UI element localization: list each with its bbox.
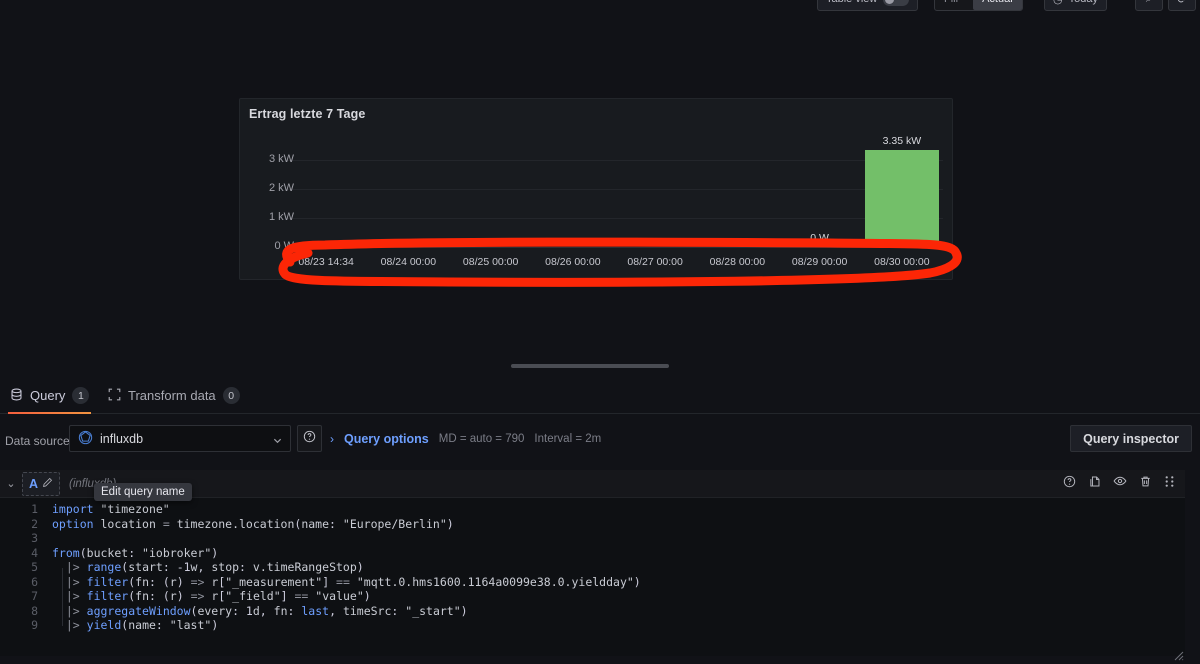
y-axis-tick-label: 3 kW (269, 153, 294, 165)
bar-value-label: 3.35 kW (883, 135, 922, 147)
query-options-label: Query options (344, 432, 429, 446)
editor-line: |> filter(fn: (r) => r["_field"] == "val… (52, 589, 641, 604)
help-circle-icon[interactable] (1063, 475, 1076, 493)
splitter-handle[interactable] (511, 364, 669, 368)
editor-line-number: 3 (0, 531, 44, 546)
query-row-actions (1063, 474, 1175, 493)
grid-line (285, 189, 943, 190)
tab-transform-label: Transform data (128, 388, 216, 403)
editor-line: |> filter(fn: (r) => r["_measurement"] =… (52, 575, 641, 590)
flux-code-editor[interactable]: 123456789 import "timezone"option locati… (0, 498, 1185, 656)
pane-splitter[interactable] (0, 362, 1200, 370)
x-axis-tick-label: 08/29 00:00 (792, 256, 847, 268)
time-range-picker[interactable]: ◷ Today (1044, 0, 1107, 11)
drag-handle-icon[interactable] (1164, 475, 1175, 493)
tab-transform-data[interactable]: Transform data 0 (106, 378, 242, 413)
tab-query-count: 1 (72, 387, 89, 404)
query-inspector-button[interactable]: Query inspector (1070, 425, 1192, 452)
y-axis-tick-label: 1 kW (269, 211, 294, 223)
help-circle-icon (303, 430, 316, 448)
editor-line: option location = timezone.location(name… (52, 517, 641, 532)
editor-line-number: 1 (0, 502, 44, 517)
editor-line: import "timezone" (52, 502, 641, 517)
query-options[interactable]: › Query options MD = auto = 790 Interval… (330, 425, 601, 452)
influxdb-icon (78, 430, 93, 448)
x-axis-tick-label: 08/27 00:00 (627, 256, 682, 268)
database-icon (10, 388, 23, 404)
query-name-editor[interactable]: A (22, 472, 60, 496)
x-axis-tick-label: 08/25 00:00 (463, 256, 518, 268)
search-minus-icon: ⌕ (1146, 0, 1152, 6)
transform-icon (108, 388, 121, 404)
refresh-icon: ⟳ (1177, 0, 1186, 6)
query-options-md: MD = auto = 790 (439, 433, 525, 445)
editor-code[interactable]: import "timezone"option location = timez… (52, 502, 641, 633)
pencil-icon[interactable] (42, 475, 53, 493)
edit-query-name-tooltip: Edit query name (94, 483, 192, 501)
trash-icon[interactable] (1139, 475, 1152, 493)
table-view-toggle[interactable]: Table view (817, 0, 918, 11)
editor-line-number: 2 (0, 517, 44, 532)
refresh-button[interactable]: ⟳ (1168, 0, 1196, 11)
panel-title: Ertrag letzte 7 Tage (249, 107, 365, 121)
data-source-picker[interactable]: influxdb (69, 425, 291, 452)
editor-line: from(bucket: "iobroker") (52, 546, 641, 561)
tab-query-label: Query (30, 388, 65, 403)
bar-value-label: 0 W (810, 232, 829, 244)
x-axis-tick-label: 08/26 00:00 (545, 256, 600, 268)
editor-line-number: 6 (0, 575, 44, 590)
tab-bar: Query 1 Transform data 0 (0, 378, 1200, 414)
clock-icon: ◷ (1053, 0, 1063, 6)
grid-line (285, 218, 943, 219)
tab-transform-count: 0 (223, 387, 240, 404)
editor-line (52, 531, 641, 546)
y-axis-tick-label: 2 kW (269, 182, 294, 194)
zoom-out-button[interactable]: ⌕ (1135, 0, 1163, 11)
duplicate-icon[interactable] (1088, 475, 1101, 493)
eye-icon[interactable] (1113, 474, 1127, 493)
tab-query[interactable]: Query 1 (8, 378, 91, 413)
time-range-label: Today (1069, 0, 1098, 5)
editor-line-number: 9 (0, 618, 44, 633)
editor-line: |> aggregateWindow(every: 1d, fn: last, … (52, 604, 641, 619)
table-view-label: Table view (826, 0, 877, 5)
editor-line-number: 8 (0, 604, 44, 619)
grid-line (285, 160, 943, 161)
x-axis-tick-label: 08/23 14:34 (298, 256, 353, 268)
fill-actual-group[interactable]: Fill Actual (934, 0, 1023, 11)
top-toolbar: Table view Fill Actual ◷ Today ⌕ ⟳ (0, 0, 1200, 11)
table-view-switch[interactable] (883, 0, 909, 6)
query-ref-id: A (29, 477, 38, 491)
query-options-interval: Interval = 2m (534, 433, 601, 445)
grid-line (285, 247, 943, 248)
editor-line-numbers: 123456789 (0, 502, 44, 633)
data-source-help-button[interactable] (297, 425, 322, 452)
editor-resize-grip[interactable] (1174, 651, 1184, 661)
editor-line: |> range(start: -1w, stop: v.timeRangeSt… (52, 560, 641, 575)
active-tab-indicator (8, 412, 91, 414)
query-pane: Query 1 Transform data 0 Data source (0, 370, 1200, 664)
editor-line-number: 4 (0, 546, 44, 561)
chart-panel[interactable]: Ertrag letzte 7 Tage 0 W 1 kW 2 kW 3 kW 0 W… (239, 98, 953, 280)
data-source-label: Data source (5, 434, 70, 448)
data-source-row: Data source influxdb (0, 422, 1200, 462)
editor-line: |> yield(name: "last") (52, 618, 641, 633)
chevron-down-icon[interactable] (273, 434, 282, 448)
bar-chart[interactable]: 0 W 1 kW 2 kW 3 kW 0 W 3.35 kW 08/23 14:34 08… (240, 135, 954, 281)
x-axis-tick-label: 08/28 00:00 (710, 256, 765, 268)
bar[interactable] (865, 150, 939, 247)
fill-button[interactable]: Fill (935, 0, 967, 10)
x-axis-tick-label: 08/24 00:00 (381, 256, 436, 268)
y-axis-tick-label: 0 W (274, 240, 294, 252)
actual-button[interactable]: Actual (973, 0, 1022, 10)
data-source-value: influxdb (100, 432, 143, 446)
x-axis-tick-label: 08/30 00:00 (874, 256, 929, 268)
editor-line-number: 7 (0, 589, 44, 604)
chevron-right-icon: › (330, 432, 334, 446)
collapse-query-icon[interactable]: ⌄ (0, 477, 22, 490)
editor-line-number: 5 (0, 560, 44, 575)
